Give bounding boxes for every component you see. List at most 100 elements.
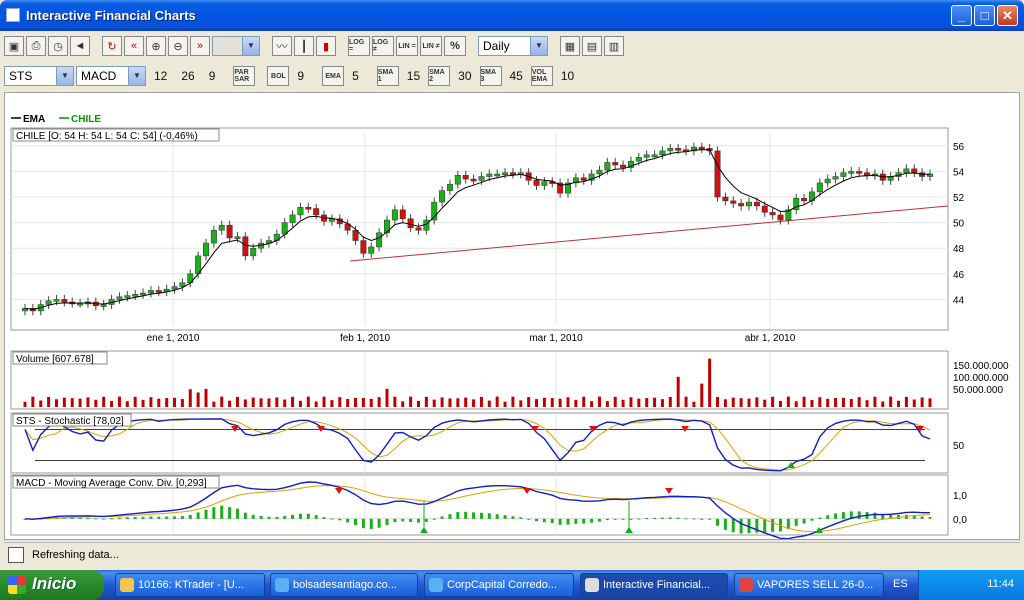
- volume-bar: [125, 401, 129, 407]
- indicator-select[interactable]: MACD ▼: [76, 66, 146, 86]
- stochastic-panel[interactable]: [10, 412, 949, 474]
- candle: [698, 146, 705, 150]
- par-sar-button[interactable]: PAR SAR: [233, 66, 256, 86]
- log-notequal-button[interactable]: LOG ≠: [372, 36, 394, 56]
- taskbar: Inicio 10166: KTrader - [U... bolsadesan…: [0, 570, 1024, 600]
- macd-histogram-bar: [235, 508, 239, 519]
- speaker-icon[interactable]: ◄: [70, 36, 90, 56]
- price-panel-title: CHILE [O: 54 H: 54 L: 54 C: 54] (-0,46%): [16, 131, 198, 142]
- percent-button[interactable]: %: [444, 36, 466, 56]
- lin-equal-button[interactable]: LIN =: [396, 36, 418, 56]
- macd-histogram-bar: [361, 518, 365, 529]
- volume-bar: [275, 397, 279, 407]
- title-bar: Interactive Financial Charts _ □ ✕: [0, 0, 1024, 31]
- zoom-select[interactable]: ▼: [212, 36, 260, 56]
- sma3-value: 45: [509, 69, 523, 83]
- task-label: 10166: KTrader - [U...: [138, 579, 244, 591]
- zoom-in-icon[interactable]: ⊕: [146, 36, 166, 56]
- macd-histogram-bar: [479, 512, 483, 519]
- task-bolsa[interactable]: bolsadesantiago.co...: [270, 573, 418, 597]
- bar-chart-icon[interactable]: ┃: [294, 36, 314, 56]
- candlestick-icon[interactable]: ▮: [316, 36, 336, 56]
- macd-histogram-bar: [716, 518, 720, 526]
- scroll-right-icon[interactable]: »: [190, 36, 210, 56]
- candle: [746, 201, 752, 207]
- macd-histogram-bar: [157, 516, 161, 519]
- macd-histogram-bar: [117, 517, 121, 519]
- data-table-icon[interactable]: ▥: [604, 36, 624, 56]
- bol-button[interactable]: BOL: [267, 66, 290, 86]
- task-ktrader[interactable]: 10166: KTrader - [U...: [115, 573, 265, 597]
- candle: [313, 208, 320, 216]
- candle: [722, 196, 729, 202]
- macd-histogram-bar: [141, 516, 145, 519]
- volume-bar: [708, 358, 712, 407]
- symbol-select[interactable]: STS ▼: [4, 66, 74, 86]
- macd-histogram-bar: [511, 516, 515, 519]
- maximize-button[interactable]: □: [974, 5, 995, 26]
- print-icon[interactable]: ⎙: [26, 36, 46, 56]
- chart-area[interactable]: EMA CHILE 56 54 52 50 48 46 44 ene 1, 2010 feb 1…: [4, 92, 1020, 540]
- volume-bar: [527, 397, 531, 407]
- macd-histogram-bar: [708, 518, 712, 520]
- scroll-left-icon[interactable]: «: [124, 36, 144, 56]
- sma1-button[interactable]: SMA 1: [376, 66, 399, 86]
- bol-value: 9: [297, 69, 305, 83]
- vol-ema-button[interactable]: VOL EMA: [530, 66, 553, 86]
- volume-bar: [440, 397, 444, 407]
- candle: [856, 171, 863, 174]
- lin-notequal-button[interactable]: LIN ≠: [420, 36, 442, 56]
- log-equal-button[interactable]: LOG =: [348, 36, 370, 56]
- task-vapores[interactable]: VAPORES SELL 26-0...: [734, 573, 884, 597]
- candle: [801, 198, 808, 202]
- minimize-button[interactable]: _: [951, 5, 972, 26]
- volume-bar: [535, 399, 539, 407]
- clock-icon[interactable]: ◷: [48, 36, 68, 56]
- color-scheme-icon[interactable]: ▦: [560, 36, 580, 56]
- volume-bar: [322, 396, 326, 407]
- volume-bar: [503, 401, 507, 407]
- ema-button[interactable]: EMA: [322, 66, 345, 86]
- indicator-value: MACD: [81, 69, 117, 83]
- save-icon[interactable]: ▣: [4, 36, 24, 56]
- macd-histogram-bar: [330, 518, 334, 520]
- volume-bar: [39, 400, 43, 407]
- chart-settings-icon[interactable]: ▤: [582, 36, 602, 56]
- ie-icon: [275, 578, 289, 592]
- zoom-out-icon[interactable]: ⊖: [168, 36, 188, 56]
- volume-bar: [700, 383, 704, 407]
- macd-histogram-bar: [464, 511, 468, 519]
- task-interactive-financial[interactable]: Interactive Financial...: [580, 573, 728, 597]
- refresh-icon[interactable]: ↻: [102, 36, 122, 56]
- macd-histogram-bar: [306, 513, 310, 519]
- sma2-button[interactable]: SMA 2: [428, 66, 451, 86]
- candle: [289, 214, 296, 223]
- volume-bar: [794, 401, 798, 407]
- volume-bar: [110, 401, 114, 407]
- close-button[interactable]: ✕: [997, 5, 1018, 26]
- line-chart-icon[interactable]: 〰: [272, 36, 292, 56]
- macd-histogram-bar: [432, 518, 436, 520]
- volume-bar: [54, 399, 58, 407]
- macd-histogram-bar: [369, 518, 373, 530]
- sma3-button[interactable]: SMA 3: [479, 66, 502, 86]
- task-corpcapital[interactable]: CorpCapital Corredo...: [424, 573, 574, 597]
- volume-bar: [62, 397, 66, 407]
- language-indicator[interactable]: ES: [893, 578, 908, 590]
- macd-histogram-bar: [582, 518, 586, 524]
- macd-histogram-bar: [196, 512, 200, 519]
- volume-bar: [597, 396, 601, 407]
- volume-bar: [409, 396, 413, 407]
- candle: [840, 172, 847, 177]
- start-button[interactable]: Inicio: [0, 570, 104, 600]
- macd-histogram-bar: [86, 517, 90, 519]
- macd-histogram-bar: [102, 518, 106, 520]
- macd-histogram-bar: [212, 507, 216, 519]
- volume-bar: [291, 396, 295, 407]
- macd-histogram-bar: [393, 518, 397, 523]
- candle: [659, 150, 666, 156]
- volume-bar: [94, 399, 98, 407]
- volume-bar: [802, 396, 806, 407]
- period-select[interactable]: Daily ▼: [478, 36, 548, 56]
- candle: [502, 172, 509, 175]
